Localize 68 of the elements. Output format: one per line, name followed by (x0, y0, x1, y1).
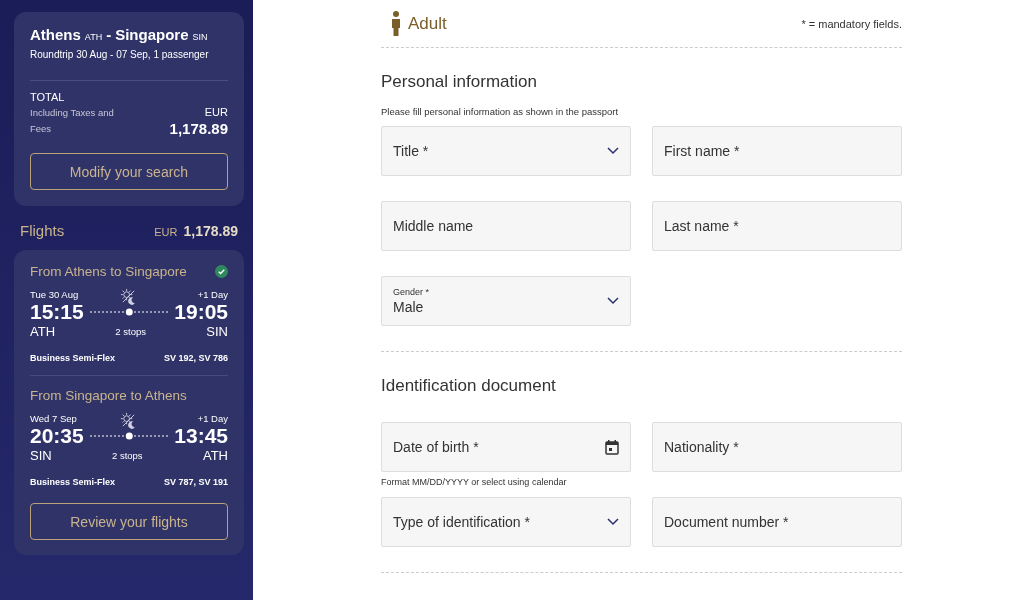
total-label: TOTAL (30, 91, 66, 103)
input-field[interactable]: Nationality * (652, 422, 902, 472)
departure-time: 15:15 (30, 300, 84, 324)
day-offset: +1 Day (197, 413, 228, 424)
chevron-down-icon (607, 518, 619, 526)
field-label: First name * (664, 143, 740, 159)
departure-date: Tue 30 Aug (30, 289, 79, 300)
chevron-down-icon (607, 297, 619, 305)
passenger-type: Adult (408, 13, 447, 34)
select-field[interactable]: Title * (381, 126, 631, 176)
currency-label: EUR (154, 226, 178, 238)
stops-count: 2 stops (115, 326, 146, 337)
input-field[interactable]: Last name * (652, 201, 902, 251)
stops-count: 2 stops (112, 450, 143, 461)
origin-code: ATH (84, 32, 103, 42)
mandatory-note: * = mandatory fields. (801, 17, 902, 30)
leg-title: From Singapore to Athens (30, 388, 187, 403)
field-label: Title * (393, 143, 429, 159)
departure-code: ATH (30, 324, 56, 339)
flight-numbers: SV 787, SV 191 (163, 477, 228, 487)
field-label: Type of identification * (393, 514, 530, 530)
check-icon (215, 265, 228, 278)
route-separator: - (106, 26, 112, 43)
arrival-code: SIN (206, 324, 228, 339)
arrival-code: ATH (202, 448, 228, 463)
select-field[interactable]: Gender * Male (381, 276, 631, 326)
section-title: Identification document (381, 376, 557, 396)
arrival-time: 19:05 (174, 300, 228, 324)
date-field[interactable]: Date of birth * (381, 422, 631, 472)
field-label: Last name * (664, 218, 739, 234)
field-label: Middle name (393, 218, 474, 234)
section-hint: Please fill personal information as shown in the passport (381, 106, 620, 117)
sun-moon-icon (120, 288, 137, 305)
fare-type: Business Semi-Flex (30, 477, 116, 487)
field-label: Document number * (664, 514, 789, 530)
input-field[interactable]: First name * (652, 126, 902, 176)
departure-time: 20:35 (30, 424, 84, 448)
destination-code: SIN (192, 32, 208, 42)
field-label: Nationality * (664, 439, 739, 455)
trip-details: Roundtrip 30 Aug - 07 Sep, 1 passenger (30, 49, 210, 60)
person-icon (391, 11, 401, 36)
arrival-time: 13:45 (174, 424, 228, 448)
chevron-down-icon (607, 147, 619, 155)
calendar-icon (605, 439, 619, 455)
modify-search-button[interactable]: Modify your search (30, 153, 228, 190)
flight-numbers: SV 192, SV 786 (163, 353, 228, 363)
day-offset: +1 Day (197, 289, 228, 300)
destination-city: Singapore (115, 26, 189, 43)
format-hint: Format MM/DD/YYYY or select using calendar (381, 477, 568, 488)
section-title: Personal information (381, 72, 538, 92)
origin-city: Athens (30, 26, 81, 43)
input-field[interactable]: Document number * (652, 497, 902, 547)
input-field[interactable]: Middle name (381, 201, 631, 251)
departure-date: Wed 7 Sep (30, 413, 77, 424)
field-label: Gender * (393, 287, 430, 297)
field-label: Date of birth * (393, 439, 479, 455)
fare-type: Business Semi-Flex (30, 353, 116, 363)
flights-heading: Flights (20, 222, 65, 239)
field-value: Male (393, 299, 425, 315)
flights-amount: 1,178.89 (183, 223, 238, 239)
select-field[interactable]: Type of identification * (381, 497, 631, 547)
total-amount: 1,178.89 (169, 120, 228, 137)
sun-moon-icon (120, 412, 137, 429)
leg-title: From Athens to Singapore (30, 264, 187, 279)
departure-code: SIN (30, 448, 52, 463)
review-flights-button[interactable]: Review your flights (30, 503, 228, 540)
currency-label: EUR (203, 106, 228, 118)
total-note: Including Taxes and Fees (30, 106, 115, 136)
